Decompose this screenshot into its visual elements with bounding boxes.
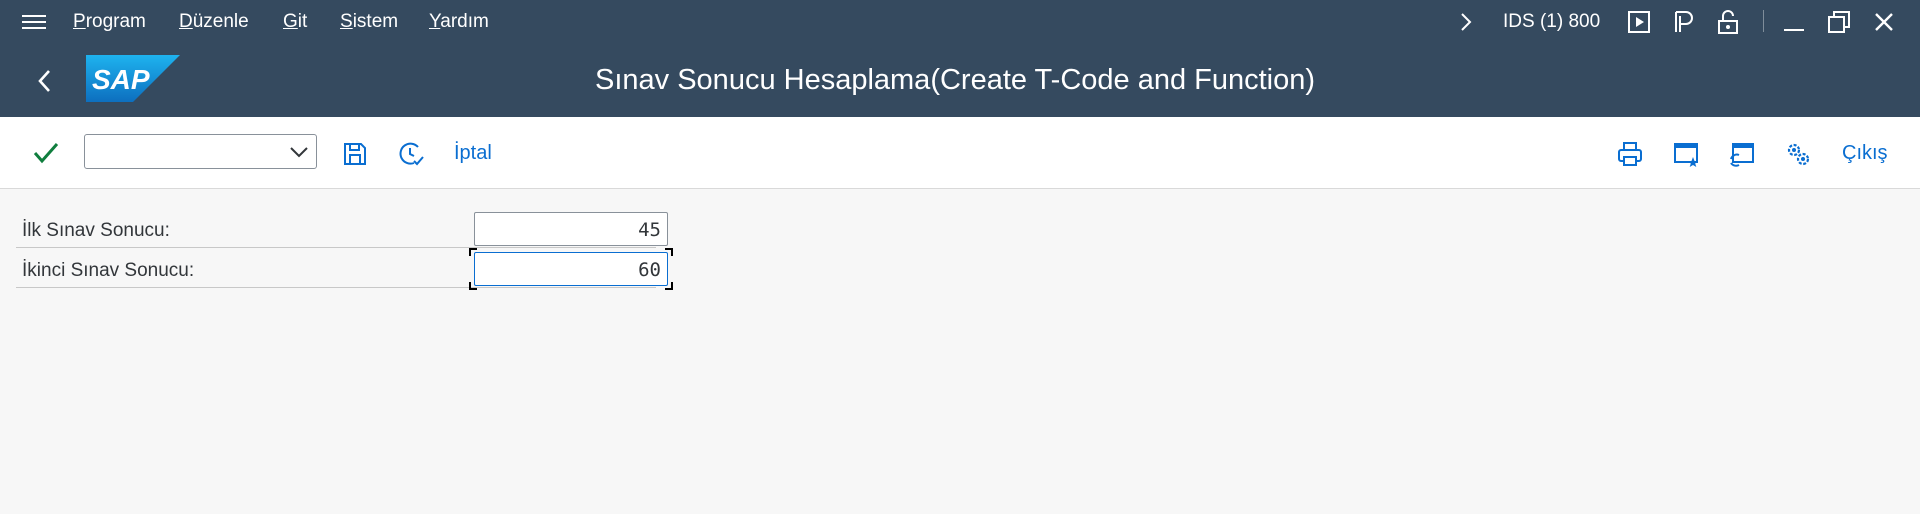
form-row-second-exam: İkinci Sınav Sonucu: 60: [16, 248, 673, 290]
cancel-button[interactable]: İptal: [454, 142, 492, 165]
menu-yardim[interactable]: Yardım: [429, 11, 489, 33]
menu-program-mnemonic: P: [73, 11, 86, 32]
sap-logo-text: SAP: [92, 64, 150, 95]
sap-logo: SAP: [86, 55, 180, 102]
menu-sistem-mnemonic: S: [340, 11, 353, 32]
focus-corner-bottom-left: [469, 282, 477, 290]
menu-duzenle-mnemonic: D: [179, 11, 193, 32]
menu-icon[interactable]: [20, 12, 48, 32]
menu-program-label: rogram: [85, 11, 146, 32]
chevron-down-icon[interactable]: [288, 143, 310, 161]
second-exam-label: İkinci Sınav Sonucu:: [22, 260, 195, 281]
menu-bar: Program Düzenle Git Sistem Yardım IDS (1…: [0, 0, 1920, 44]
focus-corner-top-right: [665, 248, 673, 256]
settings-icon[interactable]: [1783, 139, 1813, 169]
menu-duzenle[interactable]: Düzenle: [179, 11, 249, 33]
menu-yardim-label: ardım: [440, 11, 489, 32]
save-icon[interactable]: [340, 139, 370, 169]
focus-corner-bottom-right: [665, 282, 673, 290]
maximize-icon[interactable]: [1825, 8, 1853, 36]
first-exam-label: İlk Sınav Sonucu:: [22, 220, 170, 241]
checkmark-icon[interactable]: [31, 139, 61, 167]
play-icon[interactable]: [1625, 8, 1653, 36]
menu-git-mnemonic: G: [283, 11, 298, 32]
lock-icon[interactable]: [1714, 8, 1742, 36]
second-exam-input[interactable]: 60: [474, 252, 668, 286]
new-window-icon[interactable]: [1671, 139, 1701, 169]
menu-duzenle-label: üzenle: [192, 11, 249, 32]
back-icon[interactable]: [30, 64, 60, 98]
system-info[interactable]: IDS (1) 800: [1503, 11, 1600, 33]
command-field[interactable]: [84, 134, 317, 169]
menu-sistem[interactable]: Sistem: [340, 11, 398, 33]
menubar-separator: [1763, 10, 1764, 32]
clock-check-icon[interactable]: [396, 139, 426, 169]
menu-sistem-label: istem: [352, 11, 399, 32]
close-icon[interactable]: [1870, 8, 1898, 36]
print-icon[interactable]: [1615, 139, 1645, 169]
first-exam-input[interactable]: 45: [474, 212, 668, 246]
application-toolbar: İptal Çıkış: [0, 117, 1920, 189]
menu-yardim-mnemonic: Y: [429, 11, 441, 32]
title-bar: SAP Sınav Sonucu Hesaplama(Create T-Code…: [0, 44, 1920, 117]
focus-corner-top-left: [469, 248, 477, 256]
exit-button[interactable]: Çıkış: [1842, 142, 1888, 165]
form-row-first-exam: İlk Sınav Sonucu: 45: [16, 208, 668, 248]
window-refresh-icon[interactable]: [1727, 139, 1757, 169]
menu-git[interactable]: Git: [283, 11, 307, 33]
page-title-text: Sınav Sonucu Hesaplama(Create T-Code and…: [595, 64, 1316, 96]
sap-p-icon[interactable]: [1670, 8, 1698, 36]
menu-git-label: it: [297, 11, 308, 32]
minimize-icon[interactable]: [1780, 8, 1808, 36]
chevron-right-icon[interactable]: [1458, 10, 1474, 34]
menu-program[interactable]: Program: [73, 11, 146, 33]
